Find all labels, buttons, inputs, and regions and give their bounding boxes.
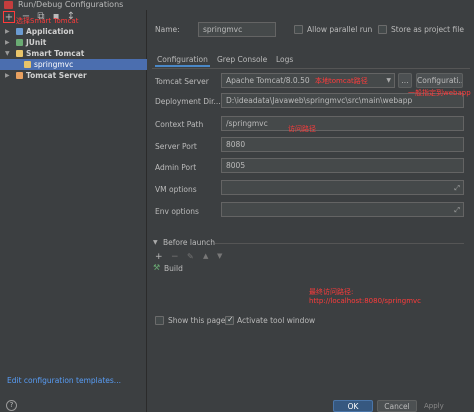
window-title: Run/Debug Configurations xyxy=(18,0,124,9)
ok-button[interactable]: OK xyxy=(333,400,373,412)
expand-icon[interactable]: ⤢ xyxy=(454,203,460,216)
configuration-button[interactable]: Configurati... xyxy=(416,73,463,88)
tree-item-label: springmvc xyxy=(34,60,74,69)
name-input[interactable]: springmvc xyxy=(198,22,276,37)
name-label: Name: xyxy=(155,25,180,34)
browse-button[interactable]: ... xyxy=(398,73,412,88)
add-task-icon[interactable]: + xyxy=(155,252,163,262)
tab-grep-console[interactable]: Grep Console xyxy=(215,53,269,67)
tree-item-smart-tomcat[interactable]: ▼ Smart Tomcat xyxy=(0,48,147,59)
tomcat-server-icon xyxy=(16,72,23,79)
annotation-context-path: 访问路径 xyxy=(288,125,316,133)
annotation-add-smart-tomcat: 选择Smart Tomcat xyxy=(16,17,79,25)
tomcat-icon xyxy=(24,61,31,68)
move-up-icon[interactable]: ▲ xyxy=(203,252,208,260)
chevron-right-icon: ▶ xyxy=(5,28,10,35)
junit-icon xyxy=(16,39,23,46)
tree-item-label: Tomcat Server xyxy=(26,71,87,80)
tree-item-junit[interactable]: ▶ JUnit xyxy=(0,37,147,48)
annotation-final-url-title: 最终访问路径: xyxy=(309,288,354,296)
chevron-right-icon: ▶ xyxy=(5,39,10,46)
context-path-input[interactable]: /springmvc xyxy=(221,116,464,131)
tree-item-springmvc[interactable]: springmvc xyxy=(0,59,147,70)
tomcat-server-select[interactable]: Apache Tomcat/8.0.50 ▼ xyxy=(221,73,395,88)
server-port-label: Server Port xyxy=(155,142,197,151)
chevron-down-icon: ▼ xyxy=(5,50,10,57)
before-launch-divider xyxy=(215,243,464,244)
add-configuration-button[interactable]: + xyxy=(3,11,15,23)
server-port-input[interactable]: 8080 xyxy=(221,137,464,152)
apply-button[interactable]: Apply xyxy=(424,402,444,410)
activate-tool-window-checkbox[interactable] xyxy=(225,315,234,325)
annotation-tomcat-path: 本地tomcat路径 xyxy=(315,77,368,85)
store-as-file-checkbox[interactable] xyxy=(378,25,387,34)
build-icon: ⚒ xyxy=(153,263,161,272)
app-icon xyxy=(4,1,13,9)
chevron-down-icon: ▼ xyxy=(386,77,391,84)
tab-logs[interactable]: Logs xyxy=(274,53,295,67)
deployment-dir-label: Deployment Dir... xyxy=(155,97,221,106)
tree-item-tomcat-server[interactable]: ▶ Tomcat Server xyxy=(0,70,147,81)
show-this-page-checkbox[interactable] xyxy=(155,316,164,325)
vm-options-label: VM options xyxy=(155,185,197,194)
cancel-button[interactable]: Cancel xyxy=(377,400,417,412)
annotation-final-url: http://localhost:8080/springmvc xyxy=(309,297,421,305)
list-item[interactable]: ⚒ Build xyxy=(153,263,463,274)
remove-task-icon[interactable]: − xyxy=(171,252,179,262)
allow-parallel-checkbox[interactable] xyxy=(294,25,303,34)
tomcat-icon xyxy=(16,50,23,57)
expand-icon[interactable]: ⤢ xyxy=(454,181,460,194)
store-as-file-label: Store as project file xyxy=(391,25,464,34)
env-options-label: Env options xyxy=(155,207,199,216)
allow-parallel-label: Allow parallel run xyxy=(307,25,373,34)
application-icon xyxy=(16,28,23,35)
vm-options-input[interactable]: ⤢ xyxy=(221,180,464,195)
admin-port-input[interactable]: 8005 xyxy=(221,158,464,173)
tab-configuration[interactable]: Configuration xyxy=(155,53,210,67)
help-icon[interactable]: ? xyxy=(6,400,17,411)
admin-port-label: Admin Port xyxy=(155,163,197,172)
activate-tool-window-label: Activate tool window xyxy=(237,316,316,325)
show-this-page-label: Show this page xyxy=(168,316,226,325)
before-launch-list: ⚒ Build xyxy=(152,262,464,298)
tomcat-server-label: Tomcat Server xyxy=(155,77,209,86)
context-path-label: Context Path xyxy=(155,120,204,129)
tree-item-application[interactable]: ▶ Application xyxy=(0,26,147,37)
before-launch-title: Before launch xyxy=(163,238,215,247)
edit-task-icon[interactable]: ✎ xyxy=(187,252,194,261)
chevron-down-icon[interactable]: ▼ xyxy=(153,239,158,246)
env-options-input[interactable]: ⤢ xyxy=(221,202,464,217)
tree-item-label: Application xyxy=(26,27,74,36)
tomcat-server-value: Apache Tomcat/8.0.50 xyxy=(226,76,310,85)
tree-item-label: JUnit xyxy=(26,38,47,47)
annotation-webapp: 一般指定到webapp xyxy=(408,89,471,97)
chevron-right-icon: ▶ xyxy=(5,72,10,79)
title-bar: Run/Debug Configurations xyxy=(0,0,474,10)
tree-item-label: Smart Tomcat xyxy=(26,49,85,58)
tab-divider xyxy=(152,68,470,69)
edit-templates-link[interactable]: Edit configuration templates... xyxy=(7,376,121,385)
move-down-icon[interactable]: ▼ xyxy=(217,252,222,260)
build-task-label: Build xyxy=(164,264,183,273)
